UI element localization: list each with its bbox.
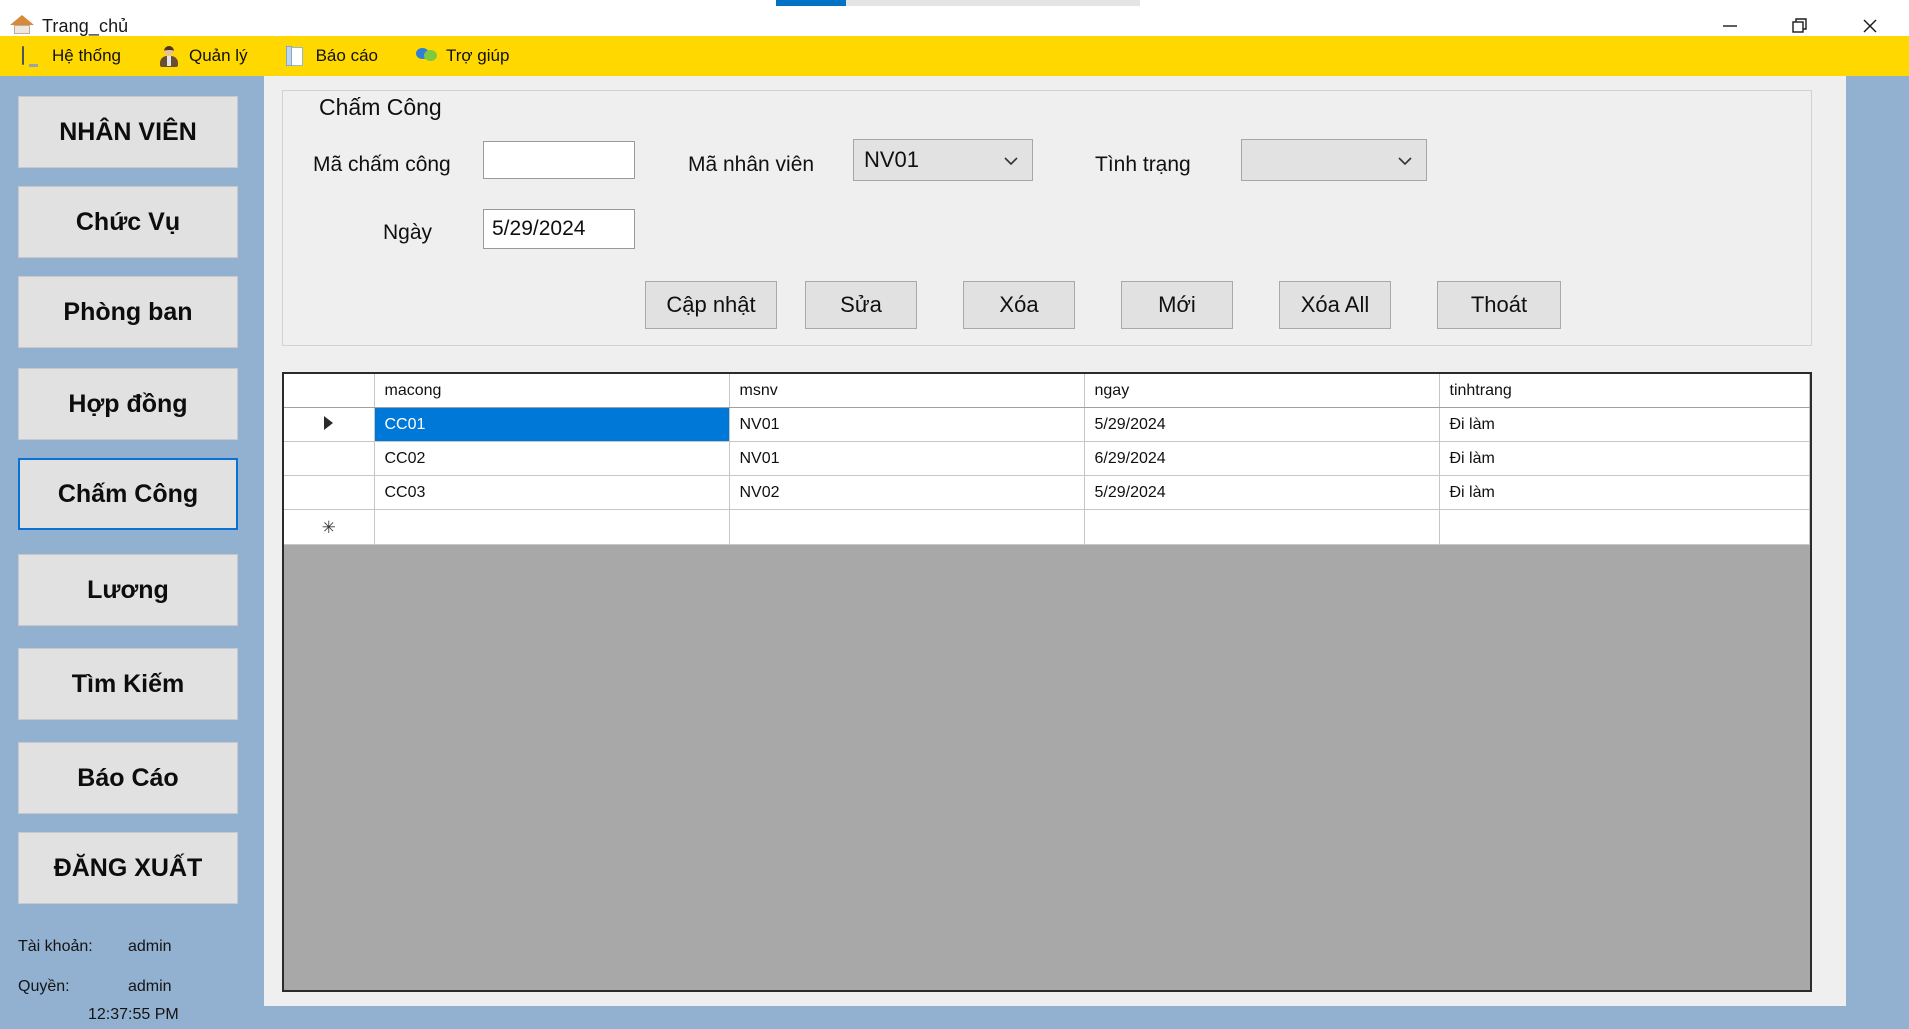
cap-nhat-button[interactable]: Cập nhật (645, 281, 777, 329)
sidebar-item-label: ĐĂNG XUẤT (53, 853, 203, 882)
ngay-input[interactable]: 5/29/2024 (483, 209, 635, 249)
cell-msnv[interactable]: NV01 (729, 407, 1085, 442)
cell-macong[interactable]: CC03 (374, 475, 730, 510)
chat-bubble-icon (415, 46, 438, 66)
xoa-all-button[interactable]: Xóa All (1279, 281, 1391, 329)
cell-ngay[interactable]: 5/29/2024 (1084, 475, 1440, 510)
table-row[interactable]: CC02 NV01 6/29/2024 Đi làm (284, 441, 1810, 476)
menu-item-tro-giup[interactable]: Trợ giúp (414, 36, 523, 76)
menu-item-quan-ly[interactable]: Quản lý (157, 36, 262, 76)
sidebar-item-luong[interactable]: Lương (18, 554, 238, 626)
ma-cham-cong-label: Mã chấm công (313, 153, 451, 176)
ma-nhan-vien-value: NV01 (864, 147, 920, 172)
thoat-button[interactable]: Thoát (1437, 281, 1561, 329)
browser-tab-strip (0, 0, 1909, 8)
datagrid-header-row: macong msnv ngay tinhtrang (284, 374, 1810, 408)
new-row-star-icon: ✳ (321, 517, 336, 537)
cell-ngay[interactable]: 5/29/2024 (1084, 407, 1440, 442)
column-header-msnv[interactable]: msnv (729, 374, 1085, 408)
menu-item-he-thong[interactable]: Hệ thống (20, 36, 135, 76)
tinh-trang-combobox[interactable] (1241, 139, 1427, 181)
cham-cong-groupbox: Chấm Công Mã chấm công Mã nhân viên NV01… (282, 90, 1812, 346)
ma-nhan-vien-label: Mã nhân viên (688, 153, 815, 176)
account-value: admin (128, 938, 172, 955)
menu-item-label: Hệ thống (52, 46, 121, 65)
cell-macong[interactable]: CC01 (374, 407, 730, 442)
sidebar-item-tim-kiem[interactable]: Tìm Kiếm (18, 648, 238, 720)
sidebar-item-label: Chấm Công (57, 479, 199, 508)
sidebar-item-label: Phòng ban (63, 297, 193, 326)
row-marker[interactable] (284, 441, 375, 476)
sidebar-item-label: Chức Vụ (75, 207, 181, 236)
sidebar-item-chuc-vu[interactable]: Chức Vụ (18, 186, 238, 258)
sidebar-item-label: Báo Cáo (77, 763, 179, 792)
sidebar-item-dang-xuat[interactable]: ĐĂNG XUẤT (18, 832, 238, 904)
content-panel: Chấm Công Mã chấm công Mã nhân viên NV01… (264, 76, 1846, 1006)
menu-bar: Hệ thống Quản lý Báo cáo Trợ giúp (0, 36, 1909, 76)
sidebar-item-label: Hợp đồng (68, 389, 188, 418)
sidebar-item-cham-cong[interactable]: Chấm Công (18, 458, 238, 530)
sidebar-item-nhan-vien[interactable]: NHÂN VIÊN (18, 96, 238, 168)
ma-nhan-vien-combobox[interactable]: NV01 (853, 139, 1033, 181)
sidebar-item-label: Tìm Kiếm (71, 669, 185, 698)
cell-ngay[interactable]: 6/29/2024 (1084, 441, 1440, 476)
column-header-select[interactable] (284, 374, 375, 408)
datagrid-table: macong msnv ngay tinhtrang CC01 NV01 5/2… (284, 374, 1810, 545)
table-row[interactable]: CC01 NV01 5/29/2024 Đi làm (284, 407, 1810, 442)
menu-item-bao-cao[interactable]: Báo cáo (284, 36, 392, 76)
column-header-tinhtrang[interactable]: tinhtrang (1439, 374, 1810, 408)
row-selector-arrow-icon (324, 416, 334, 430)
ma-cham-cong-input[interactable] (483, 141, 635, 179)
ngay-label: Ngày (383, 221, 433, 244)
role-value: admin (128, 978, 172, 995)
cell-tinhtrang[interactable] (1439, 509, 1810, 545)
sidebar-item-phong-ban[interactable]: Phòng ban (18, 276, 238, 348)
sidebar: NHÂN VIÊN Chức Vụ Phòng ban Hợp đồng Chấ… (0, 76, 264, 1029)
cham-cong-datagrid[interactable]: macong msnv ngay tinhtrang CC01 NV01 5/2… (282, 372, 1812, 992)
tab-strip-inactive-segment[interactable] (846, 0, 1140, 6)
menu-item-label: Quản lý (189, 46, 248, 65)
sidebar-item-label: Lương (87, 575, 169, 604)
groupbox-legend: Chấm Công (311, 94, 450, 121)
column-header-ngay[interactable]: ngay (1084, 374, 1440, 408)
cell-msnv[interactable] (729, 509, 1085, 545)
cell-ngay[interactable] (1084, 509, 1440, 545)
cell-msnv[interactable]: NV01 (729, 441, 1085, 476)
home-icon (10, 14, 34, 38)
monitor-icon (22, 46, 44, 66)
sidebar-item-label: NHÂN VIÊN (59, 117, 197, 146)
table-row-new[interactable]: ✳ (284, 509, 1810, 545)
clock-text: 12:37:55 PM (88, 1006, 179, 1023)
account-label: Tài khoản: (18, 938, 93, 955)
column-header-macong[interactable]: macong (374, 374, 730, 408)
body-area: NHÂN VIÊN Chức Vụ Phòng ban Hợp đồng Chấ… (0, 76, 1909, 1029)
window-title: Trang_chủ (42, 16, 129, 36)
chevron-down-icon (1002, 147, 1020, 173)
tab-strip-active-segment[interactable] (776, 0, 846, 6)
chevron-down-icon (1396, 147, 1414, 173)
moi-button[interactable]: Mới (1121, 281, 1233, 329)
cell-macong[interactable] (374, 509, 730, 545)
row-marker[interactable] (284, 407, 375, 442)
person-icon (159, 46, 181, 67)
cell-msnv[interactable]: NV02 (729, 475, 1085, 510)
cell-tinhtrang[interactable]: Đi làm (1439, 475, 1810, 510)
xoa-button[interactable]: Xóa (963, 281, 1075, 329)
cell-tinhtrang[interactable]: Đi làm (1439, 407, 1810, 442)
application-window: Trang_chủ Hệ thống Quản lý Báo cáo Trợ g… (0, 0, 1909, 1029)
sua-button[interactable]: Sửa (805, 281, 917, 329)
row-marker-new[interactable]: ✳ (284, 509, 375, 545)
tinh-trang-label: Tình trạng (1095, 153, 1191, 176)
menu-item-label: Báo cáo (315, 46, 378, 65)
role-label: Quyền: (18, 978, 70, 995)
menu-item-label: Trợ giúp (445, 46, 510, 65)
cell-tinhtrang[interactable]: Đi làm (1439, 441, 1810, 476)
cell-macong[interactable]: CC02 (374, 441, 730, 476)
table-row[interactable]: CC03 NV02 5/29/2024 Đi làm (284, 475, 1810, 510)
document-icon (285, 46, 308, 66)
row-marker[interactable] (284, 475, 375, 510)
sidebar-item-hop-dong[interactable]: Hợp đồng (18, 368, 238, 440)
sidebar-item-bao-cao[interactable]: Báo Cáo (18, 742, 238, 814)
